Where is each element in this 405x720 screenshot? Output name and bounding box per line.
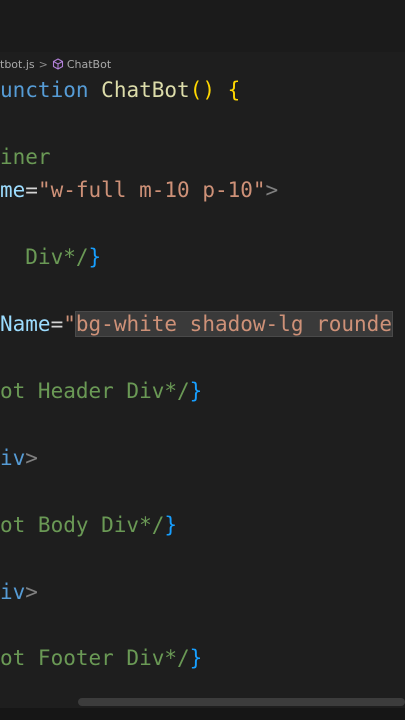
code-line-3[interactable]: me="w-full m-10 p-10"> bbox=[0, 177, 278, 203]
title-bar bbox=[0, 0, 405, 52]
code-line-4[interactable]: Div*/} bbox=[0, 244, 101, 270]
code-line-6[interactable]: ot Header Div*/} bbox=[0, 378, 202, 404]
token-comment: iner bbox=[0, 145, 51, 169]
code-line-5[interactable]: Name="bg-white shadow-lg rounde bbox=[0, 311, 393, 337]
horizontal-scrollbar-thumb[interactable] bbox=[78, 698, 405, 706]
token-tag-close: > bbox=[265, 178, 279, 202]
breadcrumb-symbol[interactable]: ChatBot bbox=[67, 58, 111, 71]
token-tag-name: iv bbox=[0, 580, 26, 604]
token-equals: = bbox=[25, 178, 38, 202]
token-equals: = bbox=[50, 312, 64, 336]
token-tag-close: > bbox=[25, 580, 38, 604]
token-tag-close: > bbox=[25, 446, 38, 470]
token-string: "w-full m-10 p-10" bbox=[37, 178, 266, 202]
code-line-1[interactable]: unction ChatBot() { bbox=[0, 77, 240, 103]
token-comment: ot Header Div*/ bbox=[0, 379, 190, 403]
token-keyword: unction bbox=[0, 78, 89, 102]
token-quote: " bbox=[63, 312, 76, 336]
code-line-2[interactable]: iner bbox=[0, 144, 51, 170]
token-close-brace: } bbox=[164, 513, 178, 537]
token-comment: ot Body Div*/ bbox=[0, 513, 165, 537]
breadcrumb-file[interactable]: tbot.js bbox=[0, 58, 35, 71]
token-parens: () bbox=[189, 78, 215, 102]
token-comment: Div*/ bbox=[25, 245, 89, 269]
breadcrumb-separator: > bbox=[38, 57, 48, 71]
status-bar bbox=[0, 708, 405, 720]
token-tag-name: iv bbox=[0, 446, 26, 470]
token-attribute: me bbox=[0, 178, 26, 202]
token-close-brace: } bbox=[189, 646, 203, 670]
token-close-brace: } bbox=[189, 379, 203, 403]
editor-frame: tbot.js > ChatBot unction ChatBot() { in… bbox=[0, 0, 405, 720]
token-comment: ot Footer Div*/ bbox=[0, 646, 190, 670]
code-line-8[interactable]: ot Body Div*/} bbox=[0, 512, 177, 538]
code-line-7[interactable]: iv> bbox=[0, 445, 38, 471]
token-attribute: Name bbox=[0, 312, 51, 336]
token-open-brace: { bbox=[214, 78, 241, 102]
code-line-9[interactable]: iv> bbox=[0, 579, 38, 605]
code-line-10[interactable]: ot Footer Div*/} bbox=[0, 645, 202, 671]
breadcrumb: tbot.js > ChatBot bbox=[0, 55, 111, 73]
token-string-highlighted: bg-white shadow-lg rounde bbox=[74, 311, 393, 337]
token-close-brace: } bbox=[88, 245, 102, 269]
cube-icon bbox=[52, 58, 64, 70]
token-function-name: ChatBot bbox=[101, 78, 190, 102]
